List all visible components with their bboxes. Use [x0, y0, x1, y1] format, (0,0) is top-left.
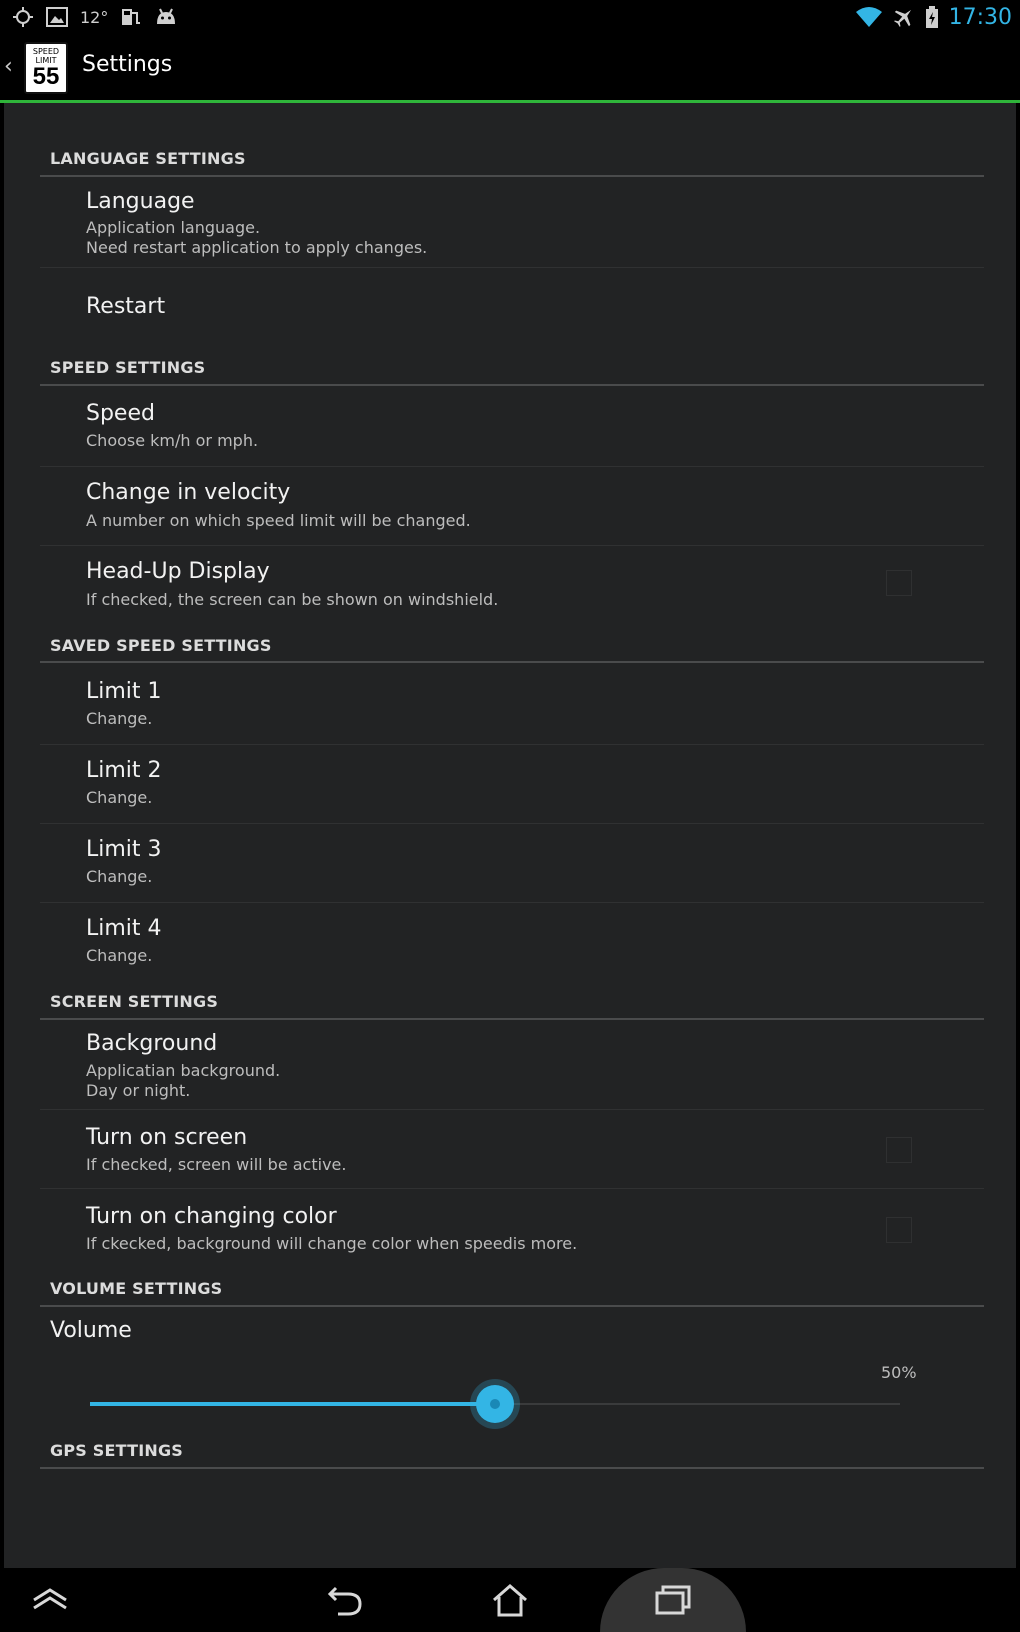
pref-limit-2[interactable] [40, 745, 984, 823]
logo-number: 55 [32, 63, 60, 90]
settings-list: LANGUAGE SETTINGS Language Application l… [4, 103, 1016, 1568]
pref-limit-1-title: Limit 1 [86, 679, 162, 704]
category-gps-settings: GPS SETTINGS [50, 1441, 184, 1460]
status-bar: 12° 17:30 [0, 0, 1020, 34]
pref-turn-on-changing-color-title: Turn on changing color [86, 1204, 337, 1229]
pref-background-title: Background [86, 1031, 218, 1056]
pref-change-in-velocity-title: Change in velocity [86, 480, 291, 505]
pref-speed-summary: Choose km/h or mph. [86, 431, 259, 450]
pref-change-in-velocity[interactable] [40, 467, 984, 545]
pref-limit-2-title: Limit 2 [86, 758, 162, 783]
pref-limit-1-summary: Change. [86, 709, 153, 728]
nav-recents-button[interactable] [643, 1568, 703, 1632]
pref-restart[interactable] [40, 268, 984, 348]
android-icon [154, 8, 178, 26]
volume-title: Volume [50, 1318, 132, 1343]
nav-up-button[interactable] [20, 1568, 80, 1632]
wifi-icon [855, 6, 883, 28]
category-screen-settings: SCREEN SETTINGS [50, 992, 219, 1011]
pref-limit-2-summary: Change. [86, 788, 153, 807]
gas-station-icon [120, 7, 142, 27]
category-speed-settings: SPEED SETTINGS [50, 358, 206, 377]
airplane-icon [893, 6, 915, 28]
category-divider [40, 1467, 984, 1469]
pref-limit-1[interactable] [40, 663, 984, 743]
home-icon [493, 1584, 527, 1617]
pref-limit-3-title: Limit 3 [86, 837, 162, 862]
category-divider [40, 1305, 984, 1307]
category-saved-speed-settings: SAVED SPEED SETTINGS [50, 636, 272, 655]
pref-head-up-display-summary: If checked, the screen can be shown on w… [86, 590, 499, 609]
pref-speed[interactable] [40, 386, 984, 466]
pref-head-up-display-title: Head-Up Display [86, 559, 270, 584]
volume-slider[interactable] [90, 1385, 900, 1423]
recents-icon [655, 1585, 691, 1615]
pref-limit-4-title: Limit 4 [86, 916, 162, 941]
turn-on-screen-checkbox[interactable] [886, 1137, 912, 1163]
turn-on-changing-color-checkbox[interactable] [886, 1217, 912, 1243]
nav-back-button[interactable] [316, 1568, 376, 1632]
image-icon [46, 7, 68, 27]
pref-speed-title: Speed [86, 401, 155, 426]
nav-home-button[interactable] [480, 1568, 540, 1632]
clock: 17:30 [948, 4, 1012, 30]
pref-turn-on-screen-title: Turn on screen [86, 1125, 248, 1150]
pref-restart-title: Restart [86, 294, 166, 319]
pref-limit-4[interactable] [40, 903, 984, 981]
pref-language-title: Language [86, 189, 195, 214]
pref-background-summary-1: Applicatian background. [86, 1061, 281, 1080]
temperature-label: 12° [80, 7, 109, 27]
pref-head-up-display[interactable] [40, 546, 984, 624]
pref-language-summary-1: Application language. [86, 218, 261, 237]
up-navigation-chevron-icon[interactable]: ‹ [4, 54, 13, 79]
action-bar: ‹ SPEED LIMIT 55 Settings [0, 34, 1020, 100]
pref-language-summary-2: Need restart application to apply change… [86, 238, 428, 257]
head-up-display-checkbox[interactable] [886, 570, 912, 596]
pref-background-summary-2: Day or night. [86, 1081, 191, 1100]
pref-turn-on-screen-summary: If checked, screen will be active. [86, 1155, 347, 1174]
volume-slider-fill [90, 1402, 495, 1406]
category-language-settings: LANGUAGE SETTINGS [50, 149, 246, 168]
pref-limit-4-summary: Change. [86, 946, 153, 965]
battery-icon [925, 6, 939, 28]
category-volume-settings: VOLUME SETTINGS [50, 1279, 223, 1298]
volume-value: 50% [881, 1363, 917, 1382]
pref-limit-3[interactable] [40, 824, 984, 902]
back-icon [327, 1586, 362, 1616]
up-icon [33, 1588, 67, 1610]
volume-slider-thumb[interactable] [476, 1385, 514, 1423]
page-title: Settings [82, 52, 173, 77]
pref-limit-3-summary: Change. [86, 867, 153, 886]
speed-limit-logo[interactable]: SPEED LIMIT 55 [24, 42, 68, 94]
logo-line1: SPEED [32, 47, 60, 56]
gps-icon [12, 6, 34, 28]
pref-turn-on-changing-color-summary: If ckecked, background will change color… [86, 1234, 578, 1253]
pref-change-in-velocity-summary: A number on which speed limit will be ch… [86, 511, 471, 530]
